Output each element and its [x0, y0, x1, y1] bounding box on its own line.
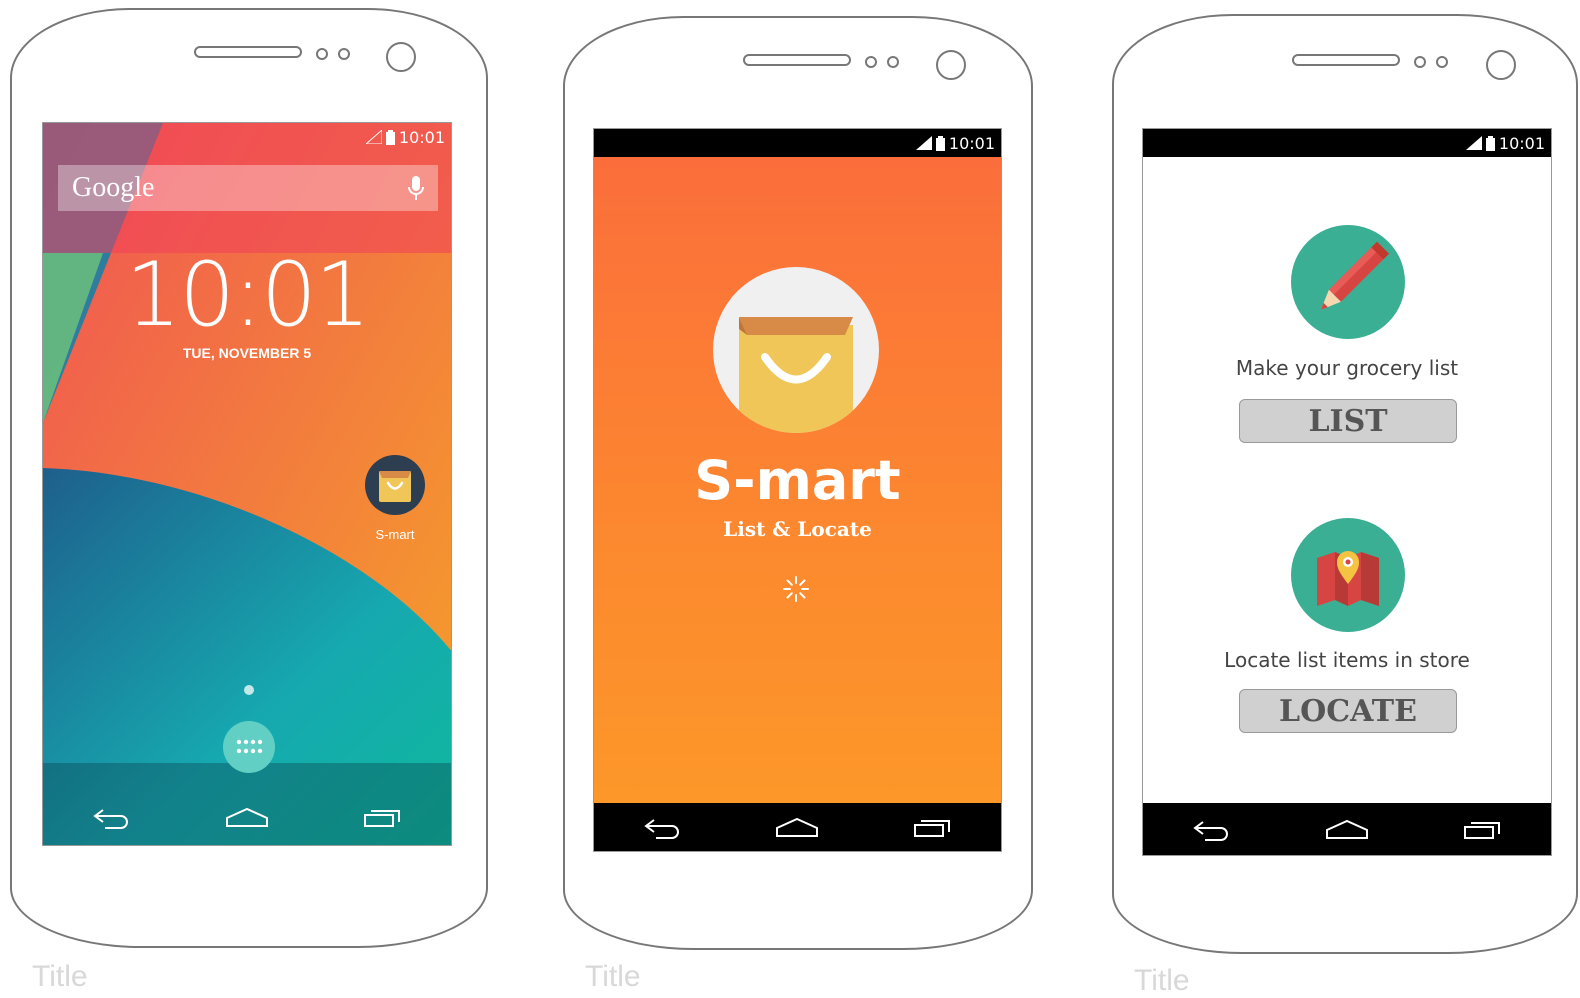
- locate-feature-badge: [1291, 518, 1405, 632]
- locate-description: Locate list items in store: [1224, 648, 1470, 672]
- search-brand: Google: [72, 172, 155, 203]
- battery-icon: [385, 129, 395, 145]
- sensor-dot: [865, 56, 877, 68]
- phone-splash-screen: 10:01 S-mart List & Locate Title: [563, 16, 1033, 993]
- status-bar: 10:01: [594, 129, 1001, 157]
- lockscreen-clock: 10:01: [125, 243, 371, 346]
- shopping-bag-icon: [739, 317, 853, 433]
- speaker-grille: [1292, 54, 1400, 66]
- battery-icon: [935, 135, 945, 151]
- home-icon: [226, 807, 268, 827]
- signal-icon: [365, 130, 382, 144]
- camera: [1486, 50, 1516, 80]
- home-icon: [776, 817, 819, 837]
- recents-icon: [364, 810, 400, 827]
- back-icon: [644, 819, 679, 839]
- sensor-dot: [338, 48, 350, 60]
- camera: [936, 50, 966, 80]
- home-screen: 10:01 Google 10:01 TUE, NOVEMBER 5 S-mar…: [42, 122, 452, 846]
- home-icon: [1326, 819, 1368, 839]
- phone-caption: Title: [1134, 964, 1190, 997]
- app-drawer-icon: [236, 739, 263, 754]
- recents-icon: [1464, 822, 1500, 839]
- splash-title: S-mart: [694, 449, 901, 512]
- splash-logo: [713, 267, 879, 433]
- list-feature-badge: [1291, 225, 1405, 339]
- locate-button[interactable]: LOCATE: [1239, 689, 1457, 733]
- home-button[interactable]: [1324, 814, 1370, 844]
- back-button[interactable]: [1188, 814, 1234, 844]
- menu-screen: 10:01 Make your grocery list LIST Locate…: [1142, 128, 1552, 856]
- signal-icon: [1465, 136, 1482, 150]
- shopping-bag-icon: [379, 471, 411, 502]
- list-button[interactable]: LIST: [1239, 399, 1457, 443]
- s-mart-app-icon[interactable]: [365, 455, 425, 515]
- lockscreen-date: TUE, NOVEMBER 5: [182, 345, 312, 361]
- recents-button[interactable]: [360, 802, 406, 832]
- recents-button[interactable]: [1460, 814, 1506, 844]
- camera: [386, 42, 416, 72]
- sensor-dot: [887, 56, 899, 68]
- back-button[interactable]: [639, 812, 685, 842]
- home-button[interactable]: [224, 802, 270, 832]
- status-bar: 10:01: [1143, 129, 1551, 157]
- status-time: 10:01: [398, 127, 445, 147]
- speaker-grille: [194, 46, 302, 58]
- app-drawer-button[interactable]: [223, 721, 275, 773]
- sensor-dot: [1436, 56, 1448, 68]
- recents-icon: [914, 820, 951, 837]
- status-time: 10:01: [1498, 133, 1545, 153]
- back-button[interactable]: [88, 802, 134, 832]
- back-icon: [1193, 821, 1228, 841]
- splash-screen: 10:01 S-mart List & Locate: [593, 128, 1002, 852]
- home-button[interactable]: [774, 812, 820, 842]
- nav-bar: [43, 793, 451, 841]
- speaker-grille: [743, 54, 851, 66]
- pencil-icon: [1320, 241, 1390, 310]
- phone-caption: Title: [585, 960, 641, 993]
- recents-button[interactable]: [910, 812, 956, 842]
- page-indicator: [244, 685, 254, 695]
- nav-bar: [594, 803, 1001, 851]
- sensor-dot: [316, 48, 328, 60]
- nav-bar: [1143, 803, 1551, 855]
- sensor-dot: [1414, 56, 1426, 68]
- list-description: Make your grocery list: [1235, 356, 1459, 380]
- google-search-bar[interactable]: Google: [58, 165, 438, 211]
- mic-icon[interactable]: [408, 175, 424, 201]
- phone-home-screen: 10:01 Google 10:01 TUE, NOVEMBER 5 S-mar…: [10, 8, 488, 993]
- status-bar: 10:01: [43, 123, 451, 151]
- phone-caption: Title: [32, 960, 88, 993]
- phone-menu-screen: 10:01 Make your grocery list LIST Locate…: [1112, 14, 1578, 997]
- battery-icon: [1485, 135, 1495, 151]
- loading-spinner-icon: [783, 576, 809, 602]
- back-icon: [93, 809, 128, 829]
- splash-subtitle: List & Locate: [723, 517, 872, 541]
- status-time: 10:01: [948, 133, 995, 153]
- map-pin-icon: [1317, 551, 1379, 606]
- signal-icon: [915, 136, 932, 150]
- s-mart-app-label: S-mart: [375, 527, 415, 542]
